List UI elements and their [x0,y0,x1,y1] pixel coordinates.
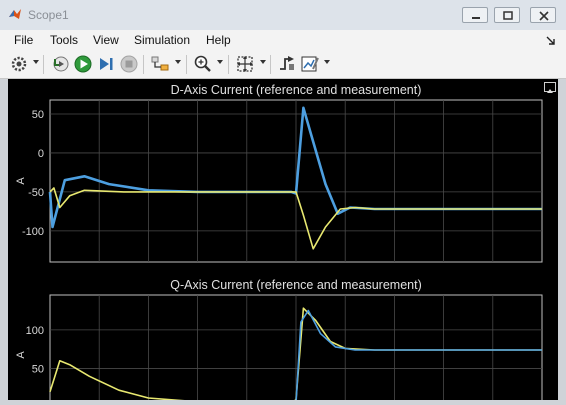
y-tick-label: 100 [26,325,44,337]
y-tick-label: -100 [22,226,44,238]
menu-help[interactable]: Help [206,33,231,47]
stop-icon[interactable] [119,54,139,74]
toolbar [0,51,566,79]
separator [43,55,44,74]
close-button[interactable] [530,7,556,23]
separator [143,55,144,74]
step-forward-icon[interactable] [96,54,116,74]
y-tick-label: 50 [32,364,44,376]
maximize-button[interactable] [494,7,520,23]
trigger-icon[interactable] [277,54,297,74]
window-title: Scope1 [28,8,69,22]
menu-simulation[interactable]: Simulation [134,33,190,47]
signal-select-dropdown-icon[interactable] [175,60,181,64]
y-axis-label: A [15,351,27,359]
scope-plots: D-Axis Current (reference and measuremen… [15,83,543,405]
autoscale-dropdown-icon[interactable] [260,60,266,64]
undock-icon [547,89,553,93]
scope-window: Scope1 File Tools View Simulation Help D… [0,0,566,405]
separator [186,55,187,74]
y-tick-label: 50 [32,109,44,121]
dock-arrow-icon[interactable] [546,36,556,46]
scope-display: D-Axis Current (reference and measuremen… [8,79,558,405]
y-axis-label: A [15,177,27,185]
zoom-dropdown-icon[interactable] [217,60,223,64]
title-bar: Scope1 [0,0,566,30]
plot-title: D-Axis Current (reference and measuremen… [171,83,422,97]
menu-tools[interactable]: Tools [50,33,78,47]
matlab-logo-icon [9,9,21,19]
run-icon[interactable] [73,54,93,74]
style-icon[interactable] [300,54,320,74]
menu-bar: File Tools View Simulation Help [0,30,566,51]
zoom-icon[interactable] [193,54,213,74]
maximize-icon [503,11,513,20]
signal-select-icon[interactable] [150,54,170,74]
y-tick-label: -50 [28,187,44,199]
plot-title: Q-Axis Current (reference and measuremen… [170,278,421,292]
style-dropdown-icon[interactable] [324,60,330,64]
separator [270,55,271,74]
autoscale-icon[interactable] [235,54,255,74]
close-icon [539,11,549,21]
menu-file[interactable]: File [14,33,33,47]
separator [228,55,229,74]
undock-button[interactable] [544,82,556,93]
y-tick-label: 0 [38,148,44,160]
step-back-icon[interactable] [50,54,70,74]
settings-dropdown-icon[interactable] [33,60,39,64]
settings-icon[interactable] [9,54,29,74]
minimize-button[interactable] [462,7,488,23]
minimize-icon [472,17,480,19]
menu-view[interactable]: View [93,33,119,47]
